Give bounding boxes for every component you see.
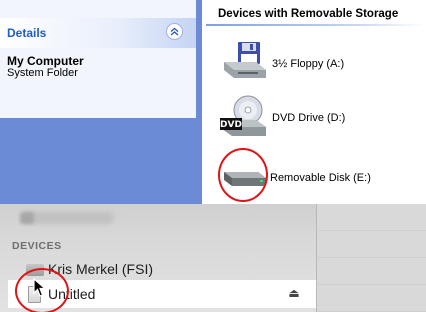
annotation-circle-untitled-drive [15,268,69,312]
selected-item-type: System Folder [7,67,78,79]
sidebar-item-label: Kris Merkel (FSI) [48,261,153,277]
sidebar-item-hard-drive[interactable]: Kris Merkel (FSI) [22,260,316,280]
sidebar-section-devices: DEVICES [12,240,62,252]
selected-item-name: My Computer [7,54,84,68]
drive-label-removable-disk[interactable]: Removable Disk (E:) [270,172,371,184]
windows-explorer-pane: Details My Computer System Folder Device… [0,0,426,204]
dvd-drive-icon[interactable]: DVD [218,94,268,140]
group-header-divider [206,24,424,26]
task-pane: Details My Computer System Folder [0,0,202,204]
sidebar-item-blurred[interactable] [22,212,114,224]
drive-label-floppy[interactable]: 3½ Floppy (A:) [272,58,344,70]
drive-label-dvd[interactable]: DVD Drive (D:) [272,112,345,124]
dvd-badge-text: DVD [220,120,242,130]
finder-content-area [317,204,426,312]
annotation-circle-removable-disk [218,148,268,202]
collapse-details-button[interactable] [166,23,183,40]
blurred-item-icon [20,212,34,224]
details-panel-title[interactable]: Details [7,26,46,40]
group-header-removable-storage: Devices with Removable Storage [218,8,399,20]
eject-icon[interactable]: ⏏ [287,286,301,300]
chevron-up-icon [170,27,179,36]
floppy-drive-icon[interactable] [220,40,268,84]
